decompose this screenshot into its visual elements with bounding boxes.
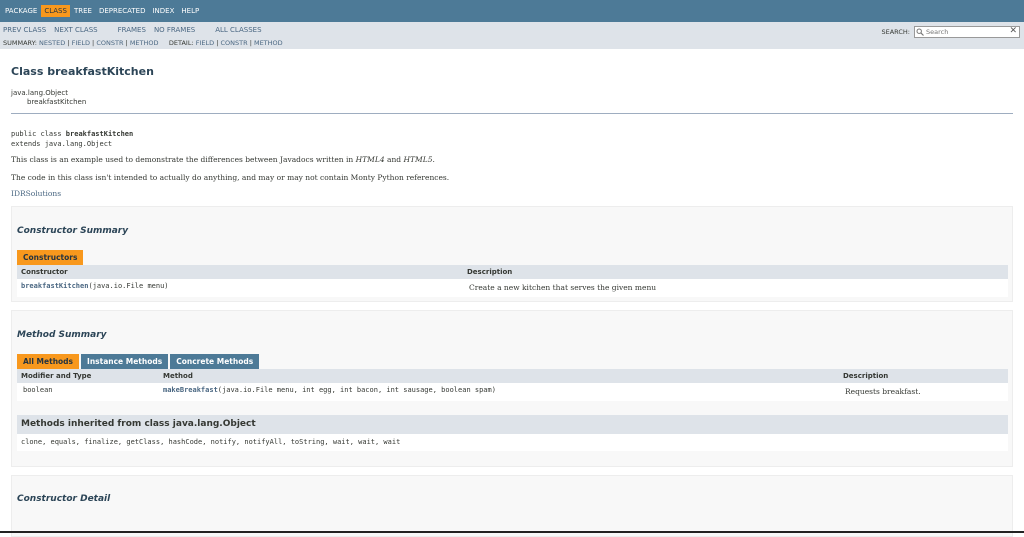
tab-all-methods[interactable]: All Methods (17, 354, 80, 369)
class-description-2: The code in this class isn't intended to… (11, 173, 450, 182)
constructor-detail-block: Constructor Detail (11, 475, 1013, 537)
sig-class-name: breakfastKitchen (65, 130, 134, 138)
search-label: SEARCH: (881, 28, 911, 36)
sig-extends: extends java.lang.Object (11, 140, 113, 148)
nav-help[interactable]: HELP (178, 5, 202, 17)
table-header: Constructor Description (17, 265, 1008, 279)
constructor-tabbar: Constructors (17, 250, 85, 265)
author: IDRSolutions (11, 189, 62, 198)
table-row: breakfastKitchen(java.io.File menu) Crea… (17, 279, 1008, 297)
summary-constr-link[interactable]: CONSTR (96, 39, 123, 47)
summary-label: SUMMARY: (3, 39, 37, 47)
search-area: SEARCH: ✕ (881, 26, 1020, 38)
constructor-summary-heading: Constructor Summary (17, 226, 129, 236)
constructor-detail-heading: Constructor Detail (17, 494, 111, 504)
main-content: Class breakfastKitchen java.lang.Object … (0, 65, 1024, 537)
method-table: Modifier and Type Method Description boo… (17, 369, 1008, 451)
tab-instance-methods[interactable]: Instance Methods (81, 354, 169, 369)
constructor-summary-block: Constructor Summary Constructors Constru… (11, 206, 1013, 302)
table-header: Modifier and Type Method Description (17, 369, 1008, 383)
col-modifier: Modifier and Type (21, 372, 92, 380)
detail-constr-link[interactable]: CONSTR (220, 39, 247, 47)
nav-package[interactable]: PACKAGE (2, 5, 40, 17)
prev-class-link[interactable]: PREV CLASS (3, 26, 46, 34)
detail-method-link[interactable]: METHOD (254, 39, 283, 47)
method-summary-heading: Method Summary (17, 330, 107, 340)
summary-nested-link[interactable]: NESTED (39, 39, 65, 47)
subnav-links: PREV CLASS NEXT CLASS FRAMES NO FRAMES A… (3, 26, 270, 34)
reset-search-icon[interactable]: ✕ (1009, 26, 1017, 36)
search-icon (916, 28, 924, 36)
constructor-cell: breakfastKitchen(java.io.File menu) (21, 282, 169, 290)
class-signature: public class breakfastKitchen extends ja… (11, 129, 1013, 149)
summary-field-link[interactable]: FIELD (72, 39, 90, 47)
separator: | (216, 39, 219, 47)
method-cell: makeBreakfast(java.io.File menu, int egg… (163, 386, 496, 394)
next-class-link[interactable]: NEXT CLASS (54, 26, 97, 34)
sig-prefix: public class (11, 130, 66, 138)
separator: | (249, 39, 252, 47)
html4-term: HTML4 (355, 155, 385, 164)
method-tabbar: All Methods Instance Methods Concrete Me… (17, 354, 261, 369)
summary-detail-links: SUMMARY: NESTED | FIELD | CONSTR | METHO… (3, 39, 283, 47)
table-row: boolean makeBreakfast(java.io.File menu,… (17, 383, 1008, 401)
method-return-type: boolean (23, 386, 53, 394)
col-constructor: Constructor (21, 268, 68, 276)
top-navbar: PACKAGE CLASS TREE DEPRECATED INDEX HELP (0, 0, 1024, 22)
separator: | (67, 39, 70, 47)
method-link[interactable]: makeBreakfast (163, 386, 218, 394)
tab-constructors[interactable]: Constructors (17, 250, 84, 265)
constructor-table: Constructor Description breakfastKitchen… (17, 265, 1008, 297)
method-summary-block: Method Summary All Methods Instance Meth… (11, 310, 1013, 467)
col-method: Method (163, 372, 193, 380)
page-title: Class breakfastKitchen (11, 65, 154, 78)
frames-link[interactable]: FRAMES (118, 26, 146, 34)
col-description: Description (467, 268, 513, 276)
search-box[interactable]: ✕ (914, 26, 1020, 38)
no-frames-link[interactable]: NO FRAMES (154, 26, 195, 34)
tab-concrete-methods[interactable]: Concrete Methods (170, 354, 260, 369)
class-description: This class is an example used to demonst… (11, 155, 435, 164)
divider (11, 113, 1013, 114)
inherited-methods-heading: Methods inherited from class java.lang.O… (17, 415, 1008, 434)
summary-method-link[interactable]: METHOD (130, 39, 159, 47)
detail-field-link[interactable]: FIELD (196, 39, 214, 47)
method-desc: Requests breakfast. (845, 387, 921, 396)
col-description: Description (843, 372, 889, 380)
separator: | (125, 39, 128, 47)
html5-term: HTML5 (403, 155, 433, 164)
constructor-link[interactable]: breakfastKitchen (21, 282, 88, 290)
nav-tree[interactable]: TREE (71, 5, 95, 17)
nav-index[interactable]: INDEX (149, 5, 177, 17)
inheritance-child: breakfastKitchen (27, 98, 87, 106)
inheritance-parent: java.lang.Object (11, 89, 69, 97)
detail-label: DETAIL: (168, 39, 194, 47)
inherited-methods-list: clone, equals, finalize, getClass, hashC… (17, 434, 1008, 451)
separator: | (92, 39, 95, 47)
nav-deprecated[interactable]: DEPRECATED (96, 5, 149, 17)
inheritance-tree: java.lang.Object breakfastKitchen (11, 89, 1013, 107)
nav-class[interactable]: CLASS (41, 5, 70, 17)
search-input[interactable] (924, 28, 1008, 36)
sub-navbar: PREV CLASS NEXT CLASS FRAMES NO FRAMES A… (0, 22, 1024, 49)
all-classes-link[interactable]: ALL CLASSES (215, 26, 261, 34)
constructor-desc: Create a new kitchen that serves the giv… (469, 283, 657, 292)
